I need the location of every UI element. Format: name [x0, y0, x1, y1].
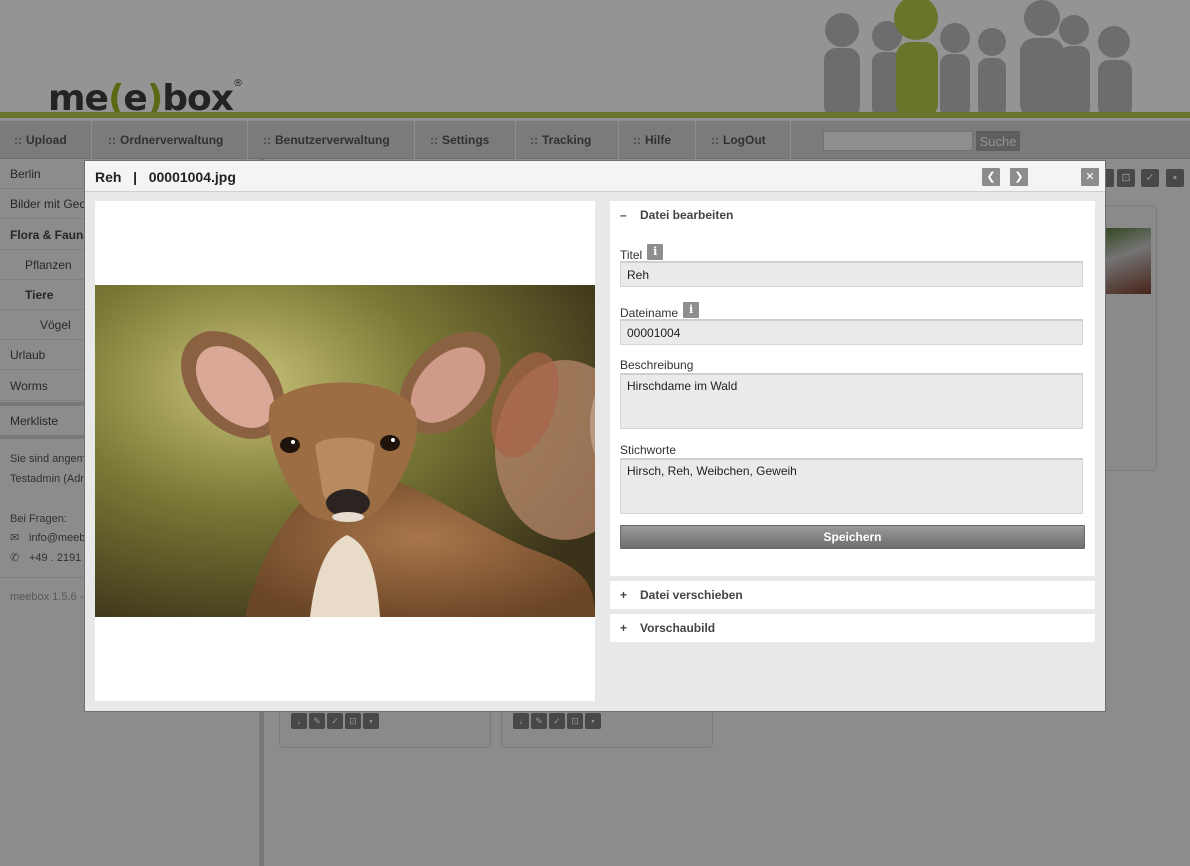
- image-preview-panel: [95, 201, 595, 701]
- description-field[interactable]: Hirschdame im Wald: [620, 373, 1083, 429]
- chevron-left-icon[interactable]: ❮: [982, 168, 1000, 186]
- save-button[interactable]: Speichern: [620, 525, 1085, 549]
- info-icon[interactable]: i: [647, 244, 664, 260]
- file-edit-modal: Reh | 00001004.jpg ❮ ❯ ✕ – Datei bearbei…: [84, 160, 1106, 712]
- minus-icon: –: [620, 208, 627, 222]
- plus-icon: +: [620, 588, 628, 602]
- edit-file-header[interactable]: – Datei bearbeiten: [610, 201, 1095, 229]
- plus-icon: +: [620, 621, 628, 635]
- move-file-header[interactable]: + Datei verschieben: [610, 581, 1095, 609]
- modal-header: Reh | 00001004.jpg ❮ ❯ ✕: [85, 161, 1105, 192]
- title-label: Titel i: [620, 244, 664, 262]
- filename-label: Dateiname i: [620, 302, 700, 320]
- modal-title: Reh | 00001004.jpg: [95, 169, 236, 185]
- filename-field[interactable]: [620, 319, 1083, 345]
- close-icon[interactable]: ✕: [1081, 168, 1099, 186]
- keywords-label: Stichworte: [620, 443, 677, 457]
- move-file-panel[interactable]: + Datei verschieben: [610, 581, 1095, 609]
- deer-photo: [95, 285, 595, 617]
- preview-image-header[interactable]: + Vorschaubild: [610, 614, 1095, 642]
- title-field[interactable]: [620, 261, 1083, 287]
- chevron-right-icon[interactable]: ❯: [1010, 168, 1028, 186]
- preview-image-panel[interactable]: + Vorschaubild: [610, 614, 1095, 642]
- info-icon[interactable]: i: [683, 302, 700, 318]
- edit-file-panel: –Datei bearbeiten Titeli Dateinamei Besc…: [610, 201, 1095, 576]
- keywords-field[interactable]: Hirsch, Reh, Weibchen, Geweih: [620, 458, 1083, 514]
- description-label: Beschreibung: [620, 358, 694, 372]
